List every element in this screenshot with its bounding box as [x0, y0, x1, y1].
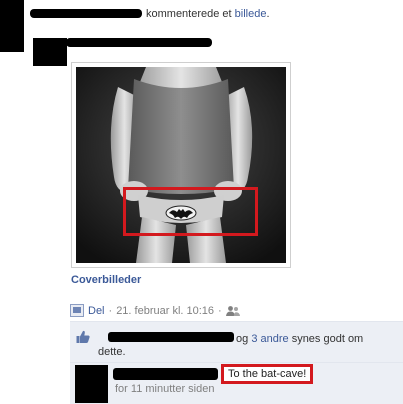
- likes-others-link[interactable]: 3 andre: [251, 333, 288, 345]
- photo-caption-link[interactable]: Coverbilleder: [71, 274, 141, 286]
- share-link[interactable]: Del: [88, 305, 105, 317]
- friends-icon[interactable]: [225, 305, 240, 317]
- redacted-sub-name[interactable]: [66, 38, 212, 47]
- comment-text: To the bat-cave!: [221, 364, 314, 384]
- likes-text: og 3 andre synes godt om: [236, 333, 363, 345]
- likes-connector: og: [236, 333, 249, 345]
- thumbs-up-icon[interactable]: [76, 330, 90, 344]
- highlight-box-logo: [123, 187, 258, 236]
- meta-separator: ·: [108, 304, 113, 317]
- comment-timestamp[interactable]: for 11 minutter siden: [115, 383, 214, 395]
- likes-panel: og 3 andre synes godt om dette.: [70, 321, 403, 362]
- redacted-avatar: [0, 0, 24, 52]
- photo-frame[interactable]: [71, 62, 291, 268]
- post-meta: Del · 21. februar kl. 10:16 ·: [70, 304, 240, 317]
- header-action-text: kommenterede et: [146, 8, 232, 20]
- likes-text-line2: dette.: [98, 346, 126, 358]
- likes-suffix: synes godt om: [291, 333, 364, 345]
- redacted-liker-name[interactable]: [108, 332, 234, 342]
- header-text: kommenterede et billede.: [146, 8, 270, 20]
- redacted-sub-avatar: [33, 38, 67, 66]
- post-date[interactable]: 21. februar kl. 10:16: [116, 305, 214, 317]
- comment-body: To the bat-cave!: [228, 368, 307, 380]
- meta-separator-2: ·: [218, 304, 222, 317]
- redacted-commenter-avatar[interactable]: [75, 365, 108, 403]
- photo-icon: [70, 304, 84, 317]
- redacted-commenter-name[interactable]: [113, 368, 218, 380]
- header-photo-link[interactable]: billede: [235, 8, 267, 20]
- header-trailing: .: [266, 8, 270, 20]
- redacted-user-name[interactable]: [30, 9, 142, 18]
